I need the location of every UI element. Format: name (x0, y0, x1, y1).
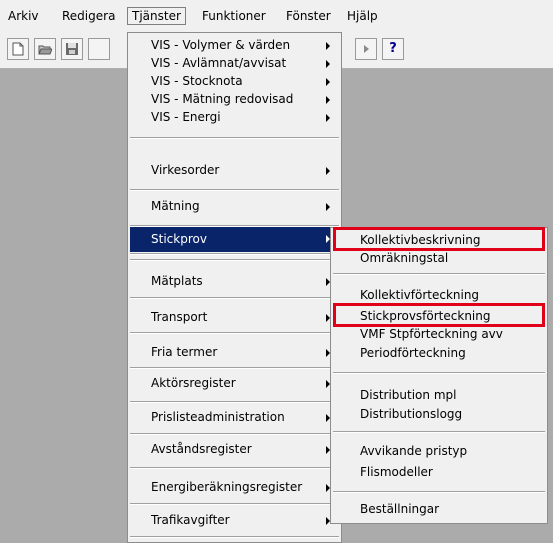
menu-separator (130, 467, 339, 469)
menu-tjanster[interactable]: Tjänster (127, 7, 186, 25)
menu-bar: Arkiv Redigera Tjänster Funktioner Fönst… (0, 0, 553, 30)
menu-item-virkesorder[interactable]: Virkesorder (151, 162, 219, 179)
menu-item-stickprov[interactable]: Stickprov (130, 227, 339, 252)
menu-separator (130, 137, 339, 139)
save-button[interactable] (61, 38, 83, 60)
menu-item-distributionslogg[interactable]: Distributionslogg (360, 406, 462, 423)
menu-item-matplats[interactable]: Mätplats (151, 273, 203, 290)
menu-arkiv[interactable]: Arkiv (8, 8, 39, 24)
menu-item-matning[interactable]: Mätning (151, 198, 200, 215)
forward-button[interactable] (355, 38, 377, 60)
menu-item-fria-termer[interactable]: Fria termer (151, 344, 217, 361)
menu-item-avvikande-pristyp[interactable]: Avvikande pristyp (360, 443, 467, 460)
new-document-icon (12, 42, 24, 56)
menu-item-trafikavgifter[interactable]: Trafikavgifter (151, 512, 230, 529)
menu-separator (130, 189, 339, 191)
menu-separator (130, 253, 339, 255)
menu-hjalp[interactable]: Hjälp (347, 8, 378, 24)
submenu-arrow-icon (326, 60, 330, 68)
submenu-arrow-icon (326, 167, 330, 175)
tjanster-dropdown-menu: VIS - Volymer & värden VIS - Avlämnat/av… (127, 32, 342, 543)
menu-item-vis-energi[interactable]: VIS - Energi (151, 109, 221, 126)
menu-separator (333, 491, 545, 493)
help-question-icon: ? (389, 41, 397, 56)
save-disk-icon (66, 43, 78, 55)
menu-separator (130, 503, 339, 505)
menu-item-vis-avlamnat[interactable]: VIS - Avlämnat/avvisat (151, 55, 286, 72)
help-button[interactable]: ? (382, 38, 404, 60)
new-document-button[interactable] (7, 38, 29, 60)
menu-item-bestallningar[interactable]: Beställningar (360, 501, 439, 518)
menu-item-avstandsregister[interactable]: Avståndsregister (151, 441, 252, 458)
menu-item-periodforteckning[interactable]: Periodförteckning (360, 345, 466, 362)
menu-funktioner[interactable]: Funktioner (202, 8, 266, 24)
menu-separator (130, 259, 339, 261)
submenu-arrow-icon (326, 42, 330, 50)
menu-separator (333, 431, 545, 433)
menu-item-energiberakningsregister[interactable]: Energiberäkningsregister (151, 479, 302, 496)
menu-separator (130, 401, 339, 403)
menu-item-vis-volymer[interactable]: VIS - Volymer & värden (151, 37, 290, 54)
submenu-arrow-icon (326, 203, 330, 211)
menu-item-aktorsregister[interactable]: Aktörsregister (151, 375, 236, 392)
menu-separator (130, 536, 339, 538)
menu-item-vis-matning[interactable]: VIS - Mätning redovisad (151, 91, 293, 108)
open-button[interactable] (34, 38, 56, 60)
submenu-arrow-icon (326, 78, 330, 86)
play-arrow-icon (364, 45, 369, 53)
stickprov-submenu: Kollektivbeskrivning Omräkningstal Kolle… (330, 227, 548, 524)
annotation-highlight-box (333, 227, 545, 251)
annotation-highlight-box (333, 303, 545, 327)
menu-item-omrakningstal[interactable]: Omräkningstal (360, 250, 448, 267)
menu-redigera[interactable]: Redigera (62, 8, 115, 24)
submenu-arrow-icon (326, 114, 330, 122)
menu-separator (130, 297, 339, 299)
menu-item-kollektivforteckning[interactable]: Kollektivförteckning (360, 287, 479, 304)
toolbar-button-hidden[interactable] (88, 38, 110, 60)
menu-separator (130, 367, 339, 369)
submenu-arrow-icon (326, 96, 330, 104)
menu-item-transport[interactable]: Transport (151, 309, 207, 326)
menu-separator (130, 332, 339, 334)
menu-item-stickprov-label: Stickprov (151, 232, 207, 246)
menu-item-vmf-stpforteckning-avv[interactable]: VMF Stpförteckning avv (360, 326, 503, 343)
menu-separator (333, 372, 545, 374)
open-folder-icon (38, 45, 52, 55)
menu-separator (130, 433, 339, 435)
menu-fonster[interactable]: Fönster (286, 8, 331, 24)
menu-item-prislisteadministration[interactable]: Prislisteadministration (151, 409, 285, 426)
menu-separator (333, 273, 545, 275)
menu-item-vis-stocknota[interactable]: VIS - Stocknota (151, 73, 243, 90)
menu-item-flismodeller[interactable]: Flismodeller (360, 464, 433, 481)
menu-item-distribution-mpl[interactable]: Distribution mpl (360, 387, 456, 404)
